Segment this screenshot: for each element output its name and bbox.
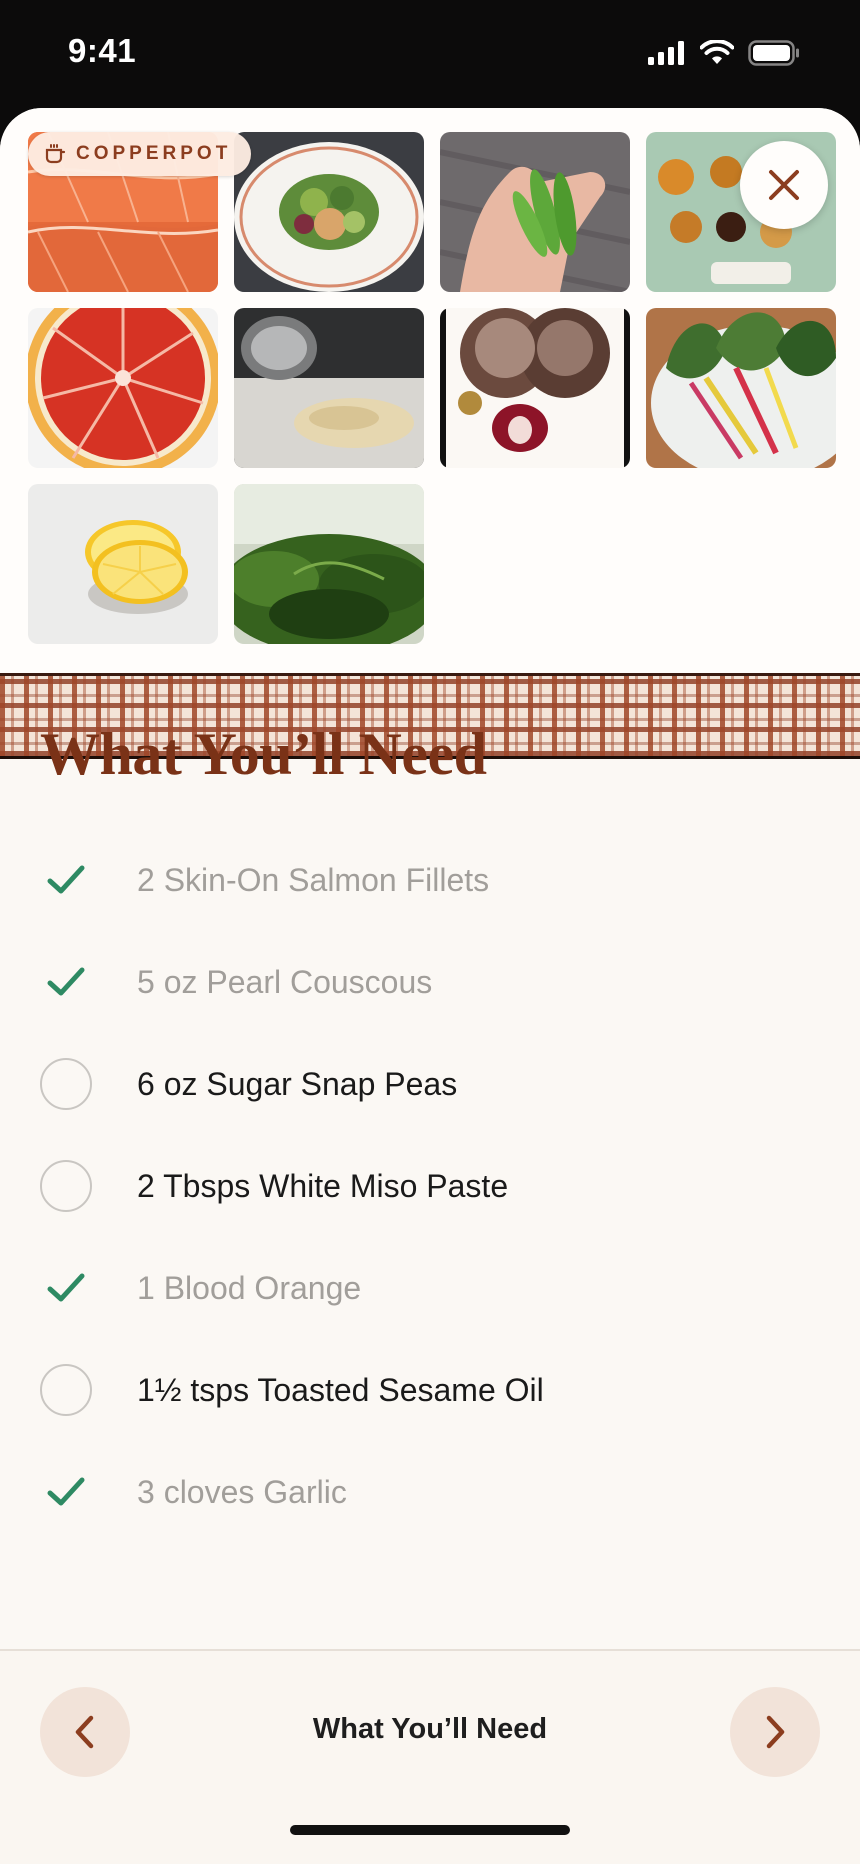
recipe-sheet: COPPERPOT What You’ll Need 2 Skin-On Sal…: [0, 108, 860, 1864]
ingredient-label: 5 oz Pearl Couscous: [137, 963, 433, 1000]
battery-icon: [748, 40, 799, 66]
photo-snap-peas[interactable]: [440, 132, 630, 292]
ingredient-item[interactable]: 1½ tsps Toasted Sesame Oil: [0, 1339, 860, 1441]
photo-lemon[interactable]: [28, 484, 218, 644]
close-button[interactable]: [740, 141, 828, 229]
ingredient-label: 2 Skin-On Salmon Fillets: [137, 861, 490, 898]
ingredient-item[interactable]: 2 Tbsps White Miso Paste: [0, 1135, 860, 1237]
ingredient-item[interactable]: 1 Blood Orange: [0, 1237, 860, 1339]
ingredient-photo-grid: COPPERPOT: [0, 108, 860, 673]
unchecked-circle[interactable]: [40, 1364, 92, 1416]
section-title: What You’ll Need: [40, 721, 487, 787]
status-icons: [648, 40, 800, 66]
photo-blood-orange[interactable]: [28, 308, 218, 468]
chevron-right-icon: [766, 1715, 785, 1749]
ingredient-item[interactable]: 6 oz Sugar Snap Peas: [0, 1033, 860, 1135]
ingredient-label: 6 oz Sugar Snap Peas: [137, 1065, 458, 1102]
ingredient-item[interactable]: 5 oz Pearl Couscous: [0, 931, 860, 1033]
signal-icon: [648, 41, 684, 65]
photo-salad[interactable]: [234, 132, 424, 292]
close-icon: [769, 170, 799, 200]
ingredient-label: 1 Blood Orange: [137, 1269, 362, 1306]
status-bar: 9:41: [0, 0, 860, 108]
unchecked-circle[interactable]: [40, 1160, 92, 1212]
home-indicator[interactable]: [290, 1825, 570, 1835]
photo-garlic[interactable]: [440, 308, 630, 468]
brand-badge: COPPERPOT: [28, 132, 252, 176]
checkmark-icon[interactable]: [40, 854, 92, 906]
wifi-icon: [700, 40, 734, 64]
unchecked-circle[interactable]: [40, 1058, 92, 1110]
checkmark-icon[interactable]: [40, 1262, 92, 1314]
next-step-button[interactable]: [730, 1687, 820, 1777]
checkmark-icon[interactable]: [40, 956, 92, 1008]
photo-chard[interactable]: [646, 308, 836, 468]
status-time: 9:41: [68, 32, 137, 69]
pot-icon: [45, 144, 66, 164]
photo-herbs[interactable]: [234, 484, 424, 644]
ingredient-label: 1½ tsps Toasted Sesame Oil: [137, 1371, 544, 1408]
brand-name: COPPERPOT: [76, 143, 232, 164]
ingredient-item[interactable]: 3 cloves Garlic: [0, 1441, 860, 1543]
photo-sesame[interactable]: [234, 308, 424, 468]
ingredient-item[interactable]: 2 Skin-On Salmon Fillets: [0, 829, 860, 931]
checkmark-icon[interactable]: [40, 1466, 92, 1518]
ingredient-label: 3 cloves Garlic: [137, 1473, 347, 1510]
ingredient-label: 2 Tbsps White Miso Paste: [137, 1167, 509, 1204]
